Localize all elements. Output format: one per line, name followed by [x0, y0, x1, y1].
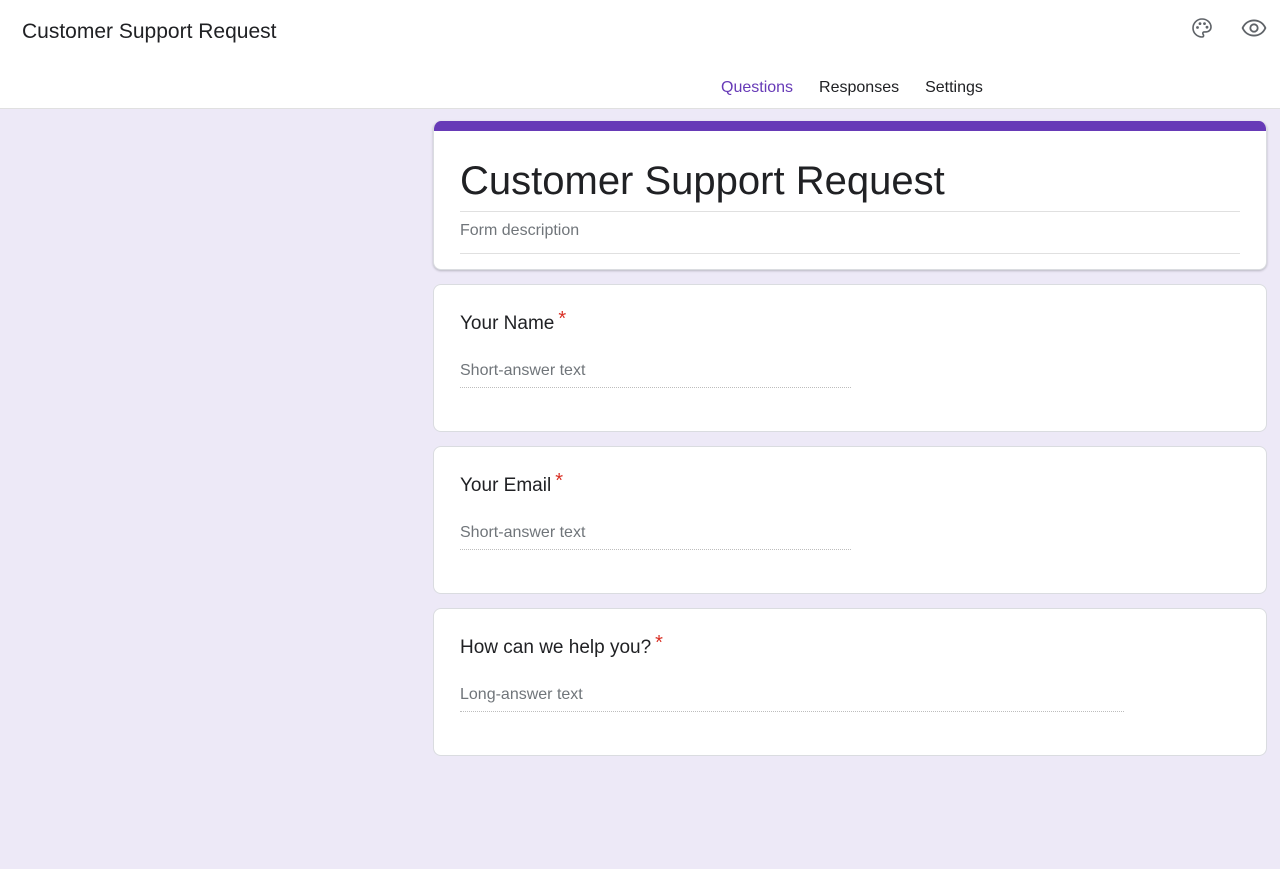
- long-answer-placeholder: Long-answer text: [460, 685, 1124, 712]
- required-marker: *: [558, 308, 567, 330]
- palette-icon[interactable]: [1188, 14, 1216, 42]
- question-title[interactable]: Your Email *: [460, 470, 563, 498]
- form-editor: Customer Support Request Form descriptio…: [0, 109, 1280, 869]
- app-header: Customer Support Request Questions Respo…: [0, 0, 1280, 109]
- question-card-help[interactable]: How can we help you? * Long-answer text: [433, 608, 1267, 756]
- form-description-field[interactable]: Form description: [460, 221, 1240, 254]
- question-card-email[interactable]: Your Email * Short-answer text: [433, 446, 1267, 594]
- tab-responses[interactable]: Responses: [806, 72, 912, 109]
- short-answer-placeholder: Short-answer text: [460, 523, 851, 550]
- eye-icon[interactable]: [1240, 14, 1268, 42]
- question-title[interactable]: How can we help you? *: [460, 632, 663, 660]
- tab-questions[interactable]: Questions: [708, 72, 806, 109]
- required-marker: *: [655, 632, 663, 654]
- tab-bar: Questions Responses Settings: [708, 72, 996, 109]
- form-title-card[interactable]: Customer Support Request Form descriptio…: [433, 121, 1267, 270]
- question-title-text: How can we help you?: [460, 637, 652, 658]
- question-title-text: Your Email: [460, 475, 552, 496]
- form-title[interactable]: Customer Support Request: [460, 157, 1240, 212]
- required-marker: *: [555, 470, 563, 492]
- question-card-name[interactable]: Your Name * Short-answer text: [433, 284, 1267, 432]
- question-title-text: Your Name: [460, 313, 555, 334]
- tab-settings[interactable]: Settings: [912, 72, 996, 109]
- accent-bar: [434, 121, 1266, 131]
- short-answer-placeholder: Short-answer text: [460, 361, 851, 388]
- document-title[interactable]: Customer Support Request: [22, 19, 276, 45]
- question-title[interactable]: Your Name *: [460, 308, 567, 336]
